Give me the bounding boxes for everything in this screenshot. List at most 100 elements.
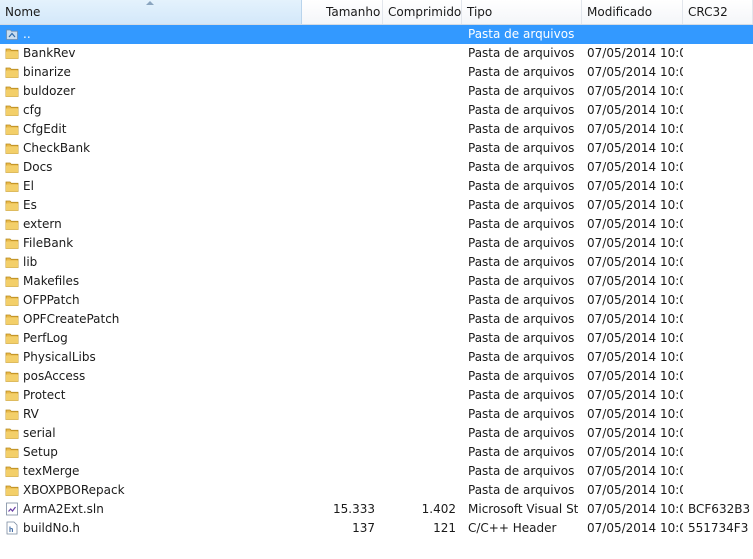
file-row[interactable]: El Pasta de arquivos 07/05/2014 10:06	[0, 177, 753, 196]
file-size: 15.333	[333, 502, 375, 516]
folder-icon	[5, 65, 19, 79]
file-row[interactable]: Setup Pasta de arquivos 07/05/2014 10:06	[0, 443, 753, 462]
column-header-name[interactable]: Nome	[0, 0, 302, 24]
file-row[interactable]: serial Pasta de arquivos 07/05/2014 10:06	[0, 424, 753, 443]
file-size	[302, 63, 375, 82]
file-row[interactable]: lib Pasta de arquivos 07/05/2014 10:06	[0, 253, 753, 272]
folder-icon	[5, 293, 19, 307]
file-crc32	[688, 158, 750, 177]
name-cell: cfg	[0, 101, 302, 120]
file-row[interactable]: OPFCreatePatch Pasta de arquivos 07/05/201…	[0, 310, 753, 329]
file-modified: 07/05/2014 10:06	[587, 236, 683, 250]
column-header-name-label: Nome	[5, 5, 41, 19]
header-file-icon: h	[5, 521, 19, 535]
file-row[interactable]: Protect Pasta de arquivos 07/05/2014 10:06	[0, 386, 753, 405]
name-cell: texMerge	[0, 462, 302, 481]
file-name: El	[23, 179, 34, 193]
file-row[interactable]: ArmA2Ext.sln 15.333 1.402 Microsoft Visual …	[0, 500, 753, 519]
name-cell: RV	[0, 405, 302, 424]
column-header-type-label: Tipo	[467, 5, 493, 19]
file-row[interactable]: PerfLog Pasta de arquivos 07/05/2014 10:05	[0, 329, 753, 348]
folder-icon	[5, 388, 19, 402]
name-cell: h buildNo.h	[0, 519, 302, 538]
column-header-type[interactable]: Tipo	[462, 0, 582, 24]
file-row[interactable]: FileBank Pasta de arquivos 07/05/2014 10:0…	[0, 234, 753, 253]
file-row[interactable]: OFPPatch Pasta de arquivos 07/05/2014 10:0…	[0, 291, 753, 310]
file-name: Docs	[23, 160, 53, 174]
name-cell: El	[0, 177, 302, 196]
file-row[interactable]: Makefiles Pasta de arquivos 07/05/2014 10:…	[0, 272, 753, 291]
file-size	[302, 424, 375, 443]
file-row[interactable]: binarize Pasta de arquivos 07/05/2014 10:0…	[0, 63, 753, 82]
name-cell: lib	[0, 253, 302, 272]
file-row[interactable]: cfg Pasta de arquivos 07/05/2014 10:06	[0, 101, 753, 120]
file-compressed-size	[385, 158, 456, 177]
file-crc32	[688, 120, 750, 139]
file-compressed-size	[385, 329, 456, 348]
file-size	[302, 158, 375, 177]
file-compressed-size	[385, 44, 456, 63]
file-row[interactable]: Es Pasta de arquivos 07/05/2014 10:06	[0, 196, 753, 215]
file-modified: 07/05/2014 10:06	[587, 274, 683, 288]
file-row[interactable]: extern Pasta de arquivos 07/05/2014 10:06	[0, 215, 753, 234]
file-type: Pasta de arquivos	[468, 27, 575, 41]
file-name: BankRev	[23, 46, 76, 60]
name-cell: CfgEdit	[0, 120, 302, 139]
file-modified: 07/05/2014 10:06	[587, 46, 683, 60]
file-row[interactable]: h buildNo.h 137 121 C/C++ Header 07/05/2014 1…	[0, 519, 753, 538]
column-header-compressed-label: Comprimido	[388, 5, 462, 19]
file-size	[302, 291, 375, 310]
column-header-size[interactable]: Tamanho	[302, 0, 383, 24]
file-row[interactable]: texMerge Pasta de arquivos 07/05/2014 10:0…	[0, 462, 753, 481]
folder-icon	[5, 350, 19, 364]
name-cell: ..	[0, 25, 302, 44]
file-crc32	[688, 443, 750, 462]
file-size	[302, 443, 375, 462]
file-modified: 07/05/2014 10:06	[587, 198, 683, 212]
column-header-compressed[interactable]: Comprimido	[383, 0, 462, 24]
file-modified: 07/05/2014 10:06	[587, 65, 683, 79]
file-modified: 07/05/2014 10:06	[587, 483, 683, 497]
name-cell: Setup	[0, 443, 302, 462]
file-row[interactable]: CfgEdit Pasta de arquivos 07/05/2014 10:06	[0, 120, 753, 139]
file-name: PerfLog	[23, 331, 68, 345]
sort-ascending-icon	[146, 1, 154, 5]
file-type: Pasta de arquivos	[468, 255, 575, 269]
name-cell: buldozer	[0, 82, 302, 101]
column-header-modified[interactable]: Modificado	[582, 0, 683, 24]
file-row[interactable]: buldozer Pasta de arquivos 07/05/2014 10:0…	[0, 82, 753, 101]
column-header-bar: Nome Tamanho Comprimido Tipo Modificado …	[0, 0, 753, 25]
file-crc32	[688, 82, 750, 101]
name-cell: FileBank	[0, 234, 302, 253]
file-modified: 07/05/2014 10:06	[587, 255, 683, 269]
svg-text:h: h	[9, 527, 13, 534]
file-row[interactable]: PhysicalLibs Pasta de arquivos 07/05/2014 …	[0, 348, 753, 367]
file-row[interactable]: Docs Pasta de arquivos 07/05/2014 10:06	[0, 158, 753, 177]
name-cell: binarize	[0, 63, 302, 82]
folder-icon	[5, 160, 19, 174]
file-compressed-size	[385, 462, 456, 481]
file-type: Pasta de arquivos	[468, 426, 575, 440]
file-name: FileBank	[23, 236, 74, 250]
file-name: posAccess	[23, 369, 86, 383]
file-type: Pasta de arquivos	[468, 141, 575, 155]
file-crc32	[688, 386, 750, 405]
file-type: C/C++ Header	[468, 521, 557, 535]
file-row[interactable]: posAccess Pasta de arquivos 07/05/2014 10:…	[0, 367, 753, 386]
file-row[interactable]: XBOXPBORepack Pasta de arquivos 07/05/2014…	[0, 481, 753, 500]
parent-folder-icon	[5, 27, 19, 41]
file-compressed-size	[385, 139, 456, 158]
file-name: PhysicalLibs	[23, 350, 96, 364]
file-row[interactable]: .. Pasta de arquivos	[0, 25, 753, 44]
file-name: ArmA2Ext.sln	[23, 502, 104, 516]
file-name: Es	[23, 198, 37, 212]
file-size	[302, 481, 375, 500]
file-crc32	[688, 177, 750, 196]
file-compressed-size	[385, 348, 456, 367]
column-header-crc32[interactable]: CRC32	[683, 0, 753, 24]
file-compressed-size	[385, 177, 456, 196]
file-row[interactable]: BankRev Pasta de arquivos 07/05/2014 10:06	[0, 44, 753, 63]
file-row[interactable]: CheckBank Pasta de arquivos 07/05/2014 10:…	[0, 139, 753, 158]
file-row[interactable]: RV Pasta de arquivos 07/05/2014 10:06	[0, 405, 753, 424]
folder-icon	[5, 198, 19, 212]
